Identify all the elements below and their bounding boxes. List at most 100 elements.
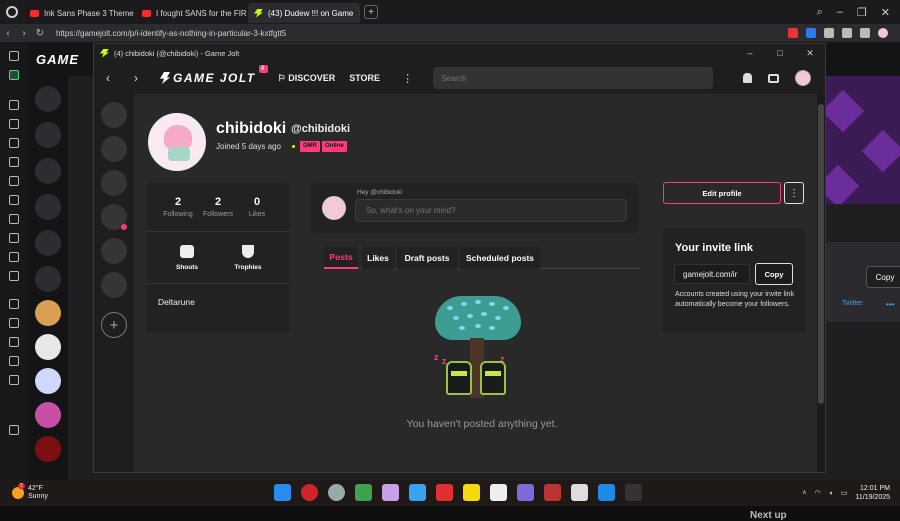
new-tab-button[interactable]: + [364,5,378,19]
settings-icon[interactable] [9,375,19,385]
avatar[interactable] [35,436,61,462]
app-icon[interactable] [382,484,399,501]
clock[interactable]: 12:01 PM 11/19/2025 [855,484,890,502]
wallet-icon[interactable] [9,195,19,205]
store-link[interactable]: STORE [349,73,380,83]
maximize-icon[interactable]: ❐ [857,6,867,19]
twitch-icon[interactable] [9,233,19,243]
copy-invite-button[interactable]: Copy [755,263,793,285]
profile-more-button[interactable]: ⋮ [784,182,804,204]
weather-widget[interactable]: 2 42°F Sunny [0,483,48,501]
chat-icon[interactable] [101,238,127,264]
opera-icon[interactable] [788,28,798,38]
shield-icon[interactable] [806,28,816,38]
close-icon[interactable]: ✕ [795,48,825,59]
history-icon[interactable] [9,299,19,309]
trophies-button[interactable]: Trophies [223,245,273,271]
search-input[interactable] [433,67,714,89]
heart-icon[interactable] [436,484,453,501]
feed-icon[interactable] [9,157,19,167]
forward-icon[interactable]: › [16,28,32,39]
ai-icon[interactable] [9,138,19,148]
app-icon[interactable] [571,484,588,501]
avatar[interactable] [35,402,61,428]
avatar[interactable] [35,334,61,360]
steam-icon[interactable] [328,484,345,501]
app-icon[interactable] [490,484,507,501]
back-icon[interactable]: ‹ [0,28,16,39]
keyboard-icon[interactable] [9,356,19,366]
shop-icon[interactable] [101,204,127,230]
windows-start-icon[interactable] [274,484,291,501]
library-icon[interactable] [101,272,127,298]
battery-icon[interactable]: ▭ [841,489,848,497]
opera-taskbar-icon[interactable] [301,484,318,501]
background-twitter-link[interactable]: Twitter [842,300,863,307]
shouts-button[interactable]: Shouts [162,245,212,271]
likes-stat[interactable]: 0 Likes [234,196,280,218]
discover-link[interactable]: ⚐ DISCOVER [278,73,336,84]
profile-avatar[interactable] [148,113,206,171]
tab-likes[interactable]: Likes [362,247,394,269]
camera-icon[interactable] [9,119,19,129]
gamejolt-icon[interactable] [625,484,642,501]
bookmark-icon[interactable] [9,318,19,328]
maximize-icon[interactable]: □ [765,48,795,59]
minimize-icon[interactable]: – [735,48,765,59]
app-icon[interactable] [544,484,561,501]
back-icon[interactable]: ‹ [94,71,122,85]
background-more-link[interactable]: ••• [886,300,894,309]
close-icon[interactable]: ✕ [881,6,890,19]
discord-icon[interactable] [9,214,19,224]
wifi-icon[interactable]: ◠ [815,489,821,497]
backpack-icon[interactable] [101,170,127,196]
post-input[interactable] [355,199,627,222]
music-icon[interactable] [9,271,19,281]
avatar[interactable] [35,300,61,326]
gaming-icon[interactable] [9,100,19,110]
avatar[interactable] [35,368,61,394]
more-menu-icon[interactable]: ⋮ [402,72,413,85]
download-icon[interactable] [860,28,870,38]
heart-icon[interactable] [463,484,480,501]
chevron-up-icon[interactable]: ˄ [802,490,806,497]
opera-logo-icon[interactable] [0,0,24,24]
more-icon[interactable] [9,425,19,435]
close-icon[interactable]: ✕ [358,9,360,18]
avatar[interactable] [878,28,888,38]
minimize-icon[interactable]: – [837,6,843,19]
app-icon[interactable] [409,484,426,501]
volume-icon[interactable]: ◖ [829,490,833,497]
invite-link-field[interactable]: gamejolt.com/ir [674,264,750,284]
tab-posts[interactable]: Posts [324,247,358,269]
reload-icon[interactable]: ↻ [32,28,48,39]
heart-icon[interactable] [842,28,852,38]
browser-tab-1[interactable]: Ink Sans Phase 3 Theme [24,3,136,23]
bell-icon[interactable] [743,73,752,83]
tab-scheduled-posts[interactable]: Scheduled posts [460,247,540,269]
game-link[interactable]: Deltarune [158,297,195,307]
community-icon[interactable] [101,102,127,128]
search-icon[interactable]: ⌕ [817,6,823,19]
forward-icon[interactable]: › [122,71,150,85]
x-icon[interactable] [9,252,19,262]
browser-tab-3[interactable]: (43) Dudew !!! on Game ✕ [248,3,360,23]
play-icon[interactable] [824,28,834,38]
workspace-icon[interactable] [9,70,19,80]
store-icon[interactable] [101,136,127,162]
tab-draft-posts[interactable]: Draft posts [397,247,457,269]
background-copy-button[interactable]: Copy [866,266,900,288]
messenger-icon[interactable] [9,176,19,186]
add-community-button[interactable]: + [101,312,127,338]
edit-profile-button[interactable]: Edit profile [663,182,781,204]
home-icon[interactable] [9,51,19,61]
avatar[interactable] [795,70,811,86]
notepad-icon[interactable] [598,484,615,501]
gamejolt-logo[interactable]: GAME JOLT 4 [160,65,268,85]
friends-icon[interactable] [768,73,779,83]
minecraft-icon[interactable] [355,484,372,501]
url-field[interactable]: https://gamejolt.com/p/i-identify-as-not… [56,29,286,38]
window-scrollbar[interactable] [817,94,825,472]
app-icon[interactable] [517,484,534,501]
extensions-icon[interactable] [9,337,19,347]
